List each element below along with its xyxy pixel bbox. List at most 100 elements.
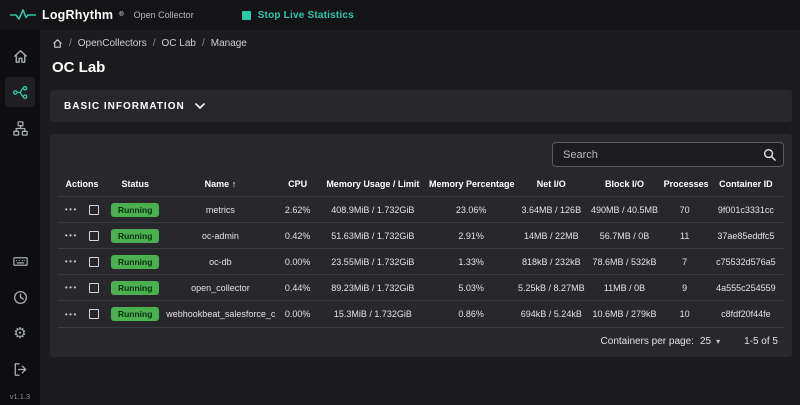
keyboard-icon bbox=[12, 253, 29, 270]
row-menu-button[interactable]: ••• bbox=[65, 205, 78, 214]
cell-processes: 9 bbox=[662, 275, 708, 301]
app-root: LogRhythm® Open Collector Stop Live Stat… bbox=[0, 0, 800, 405]
search-box bbox=[552, 142, 784, 167]
cell-net-io: 5.25kB / 8.27MB bbox=[515, 275, 587, 301]
search-row bbox=[58, 142, 784, 167]
cell-memory-usage: 408.9MiB / 1.732GiB bbox=[319, 197, 427, 223]
sidebar-item-topology[interactable] bbox=[5, 113, 35, 143]
cell-status: Running bbox=[106, 275, 164, 301]
column-actions[interactable]: Actions bbox=[58, 173, 106, 197]
row-menu-button[interactable]: ••• bbox=[65, 283, 78, 292]
cell-memory-percentage: 23.06% bbox=[427, 197, 515, 223]
row-menu-button[interactable]: ••• bbox=[65, 257, 78, 266]
sidebar-item-schedule[interactable] bbox=[5, 282, 35, 312]
home-icon[interactable] bbox=[52, 38, 63, 49]
cell-cpu: 0.42% bbox=[277, 223, 319, 249]
sidebar-item-logout[interactable] bbox=[5, 354, 35, 384]
cell-memory-percentage: 1.33% bbox=[427, 249, 515, 275]
cell-container-id: 37ae85eddfc5 bbox=[708, 223, 784, 249]
main: ⚙ v1.1.3 / OpenCollectors / OC Lab / Man… bbox=[0, 30, 800, 405]
breadcrumb-separator: / bbox=[69, 38, 72, 49]
search-input[interactable] bbox=[552, 142, 784, 167]
cell-memory-percentage: 2.91% bbox=[427, 223, 515, 249]
column-net-io[interactable]: Net I/O bbox=[515, 173, 587, 197]
stop-container-button[interactable] bbox=[89, 205, 99, 215]
cell-memory-percentage: 5.03% bbox=[427, 275, 515, 301]
stop-icon bbox=[242, 11, 251, 20]
pagination: Containers per page: 25 ▾ 1-5 of 5 bbox=[58, 327, 784, 353]
cell-processes: 10 bbox=[662, 301, 708, 327]
brand-product: Open Collector bbox=[134, 10, 194, 20]
cell-container-id: c75532d576a5 bbox=[708, 249, 784, 275]
per-page-select[interactable]: 25 ▾ bbox=[700, 336, 720, 347]
column-memory-percentage[interactable]: Memory Percentage bbox=[427, 173, 515, 197]
sidebar-item-settings[interactable]: ⚙ bbox=[5, 318, 35, 348]
app-version: v1.1.3 bbox=[10, 392, 30, 401]
table-row: ••• Running open_collector 0.44% 89.23Mi… bbox=[58, 275, 784, 301]
column-container-id[interactable]: Container ID bbox=[708, 173, 784, 197]
pagination-range: 1-5 of 5 bbox=[744, 336, 778, 347]
sidebar: ⚙ v1.1.3 bbox=[0, 30, 40, 405]
cell-memory-usage: 89.23MiB / 1.732GiB bbox=[319, 275, 427, 301]
column-processes[interactable]: Processes bbox=[662, 173, 708, 197]
breadcrumb: / OpenCollectors / OC Lab / Manage bbox=[50, 38, 792, 49]
status-badge: Running bbox=[111, 229, 159, 243]
brand-name: LogRhythm bbox=[42, 8, 113, 22]
column-memory-usage[interactable]: Memory Usage / Limit bbox=[319, 173, 427, 197]
row-menu-button[interactable]: ••• bbox=[65, 310, 78, 319]
stop-live-statistics-button[interactable]: Stop Live Statistics bbox=[236, 9, 360, 22]
cell-net-io: 3.64MB / 126B bbox=[515, 197, 587, 223]
cell-name: oc-admin bbox=[164, 223, 276, 249]
cell-cpu: 0.00% bbox=[277, 249, 319, 275]
column-name[interactable]: Name ↑ bbox=[164, 173, 276, 197]
cell-block-io: 10.6MB / 279kB bbox=[587, 301, 661, 327]
cell-block-io: 11MB / 0B bbox=[587, 275, 661, 301]
cell-status: Running bbox=[106, 301, 164, 327]
breadcrumb-opencollectors[interactable]: OpenCollectors bbox=[78, 38, 147, 49]
sidebar-item-home[interactable] bbox=[5, 41, 35, 71]
cell-name: open_collector bbox=[164, 275, 276, 301]
stop-container-button[interactable] bbox=[89, 283, 99, 293]
table-row: ••• Running oc-admin 0.42% 51.63MiB / 1.… bbox=[58, 223, 784, 249]
cell-container-id: 9f001c3331cc bbox=[708, 197, 784, 223]
stop-container-button[interactable] bbox=[89, 231, 99, 241]
table-header-row: Actions Status Name ↑ CPU Memory Usage /… bbox=[58, 173, 784, 197]
cell-net-io: 818kB / 232kB bbox=[515, 249, 587, 275]
cell-actions: ••• bbox=[58, 197, 106, 223]
stop-container-button[interactable] bbox=[89, 309, 99, 319]
per-page-label: Containers per page: bbox=[601, 336, 694, 347]
column-block-io[interactable]: Block I/O bbox=[587, 173, 661, 197]
column-name-label: Name bbox=[205, 179, 230, 189]
search-icon[interactable] bbox=[763, 148, 776, 161]
logout-icon bbox=[12, 361, 29, 378]
sort-asc-icon: ↑ bbox=[232, 179, 237, 189]
cell-processes: 11 bbox=[662, 223, 708, 249]
chevron-down-icon bbox=[195, 103, 205, 109]
cell-container-id: 4a555c254559 bbox=[708, 275, 784, 301]
containers-table: Actions Status Name ↑ CPU Memory Usage /… bbox=[58, 173, 784, 327]
cell-name: webhookbeat_salesforce_c bbox=[164, 301, 276, 327]
gear-icon: ⚙ bbox=[13, 326, 26, 341]
content: / OpenCollectors / OC Lab / Manage OC La… bbox=[40, 30, 800, 405]
sidebar-item-console[interactable] bbox=[5, 246, 35, 276]
status-badge: Running bbox=[111, 255, 159, 269]
basic-information-header[interactable]: BASIC INFORMATION bbox=[50, 90, 792, 122]
cell-status: Running bbox=[106, 249, 164, 275]
stop-live-label: Stop Live Statistics bbox=[258, 10, 354, 21]
cell-actions: ••• bbox=[58, 301, 106, 327]
table-row: ••• Running webhookbeat_salesforce_c 0.0… bbox=[58, 301, 784, 327]
cell-processes: 7 bbox=[662, 249, 708, 275]
column-cpu[interactable]: CPU bbox=[277, 173, 319, 197]
cell-container-id: c8fdf20f44fe bbox=[708, 301, 784, 327]
logrhythm-logo-icon bbox=[10, 8, 36, 22]
row-menu-button[interactable]: ••• bbox=[65, 231, 78, 240]
basic-information-label: BASIC INFORMATION bbox=[64, 101, 185, 112]
breadcrumb-separator: / bbox=[202, 38, 205, 49]
home-icon bbox=[12, 48, 29, 65]
breadcrumb-oc-lab[interactable]: OC Lab bbox=[161, 38, 195, 49]
cell-net-io: 14MB / 22MB bbox=[515, 223, 587, 249]
cell-memory-percentage: 0.86% bbox=[427, 301, 515, 327]
column-status[interactable]: Status bbox=[106, 173, 164, 197]
sidebar-item-collectors[interactable] bbox=[5, 77, 35, 107]
stop-container-button[interactable] bbox=[89, 257, 99, 267]
